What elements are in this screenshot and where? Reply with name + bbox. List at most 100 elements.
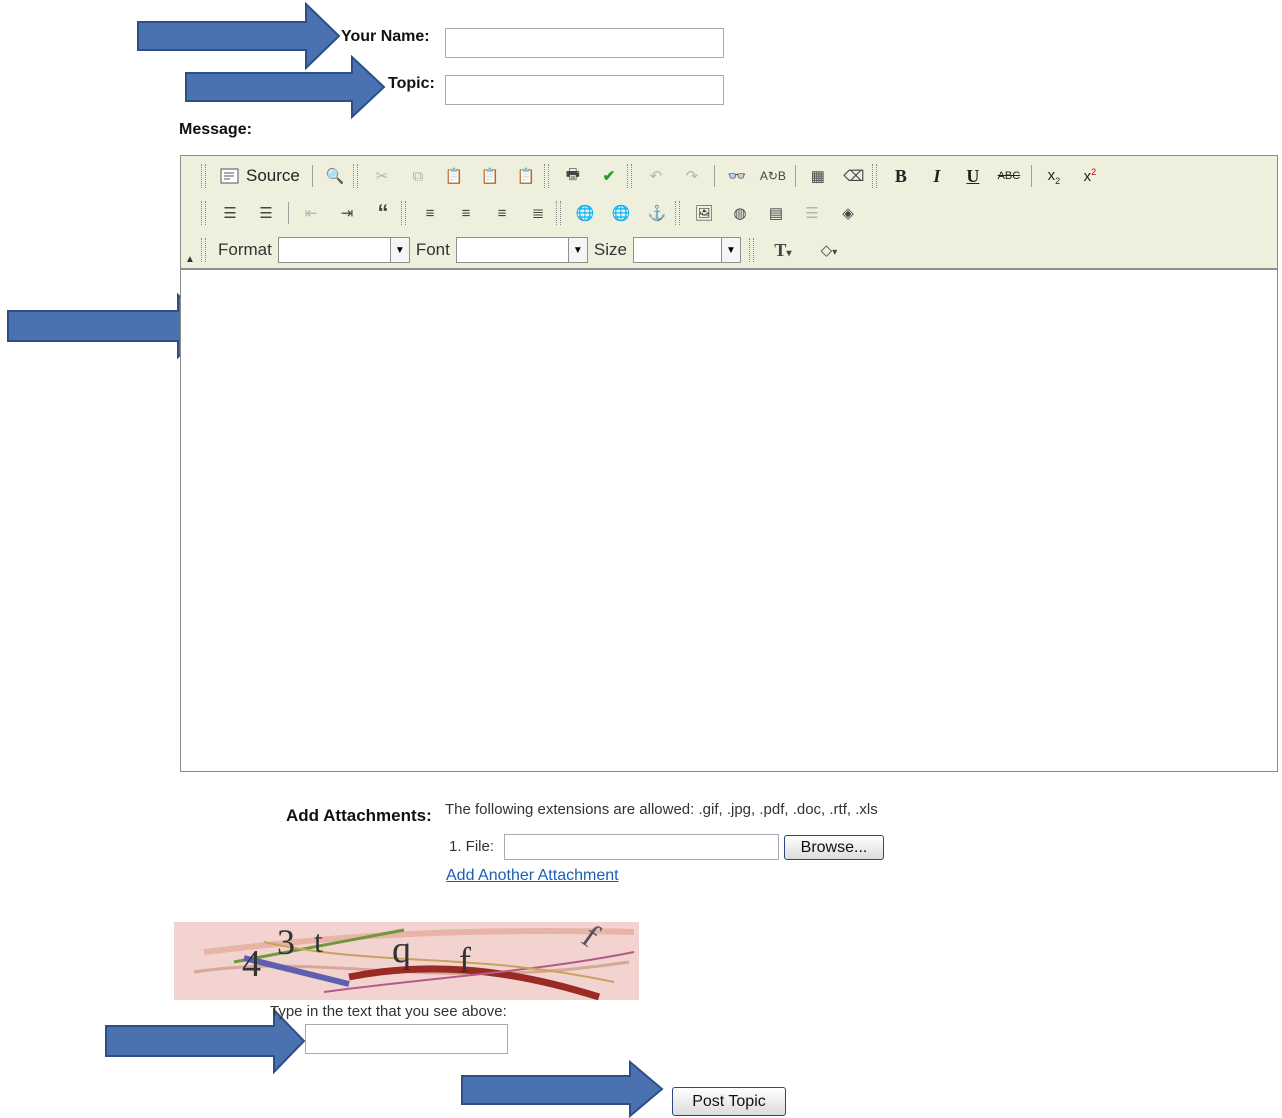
strike-button[interactable]: ABC — [995, 163, 1023, 189]
cut-button[interactable]: ✂ — [368, 163, 396, 189]
subscript-icon: x2 — [1047, 166, 1061, 186]
font-label: Font — [415, 240, 450, 259]
captcha-char: f — [459, 940, 471, 980]
paste-button[interactable]: 📋 — [440, 163, 468, 189]
blockquote-button[interactable]: “ — [369, 200, 397, 226]
indent-button[interactable]: ⇥ — [333, 200, 361, 226]
strikethrough-icon: ABC — [997, 170, 1021, 182]
redo-button[interactable]: ↷ — [678, 163, 706, 189]
message-label: Message: — [179, 121, 252, 138]
numbered-list-icon: ☰ — [223, 205, 237, 222]
undo-button[interactable]: ↶ — [642, 163, 670, 189]
underline-icon: U — [966, 165, 980, 186]
justify-button[interactable]: ≣ — [524, 200, 552, 226]
align-center-button[interactable]: ≡ — [452, 200, 480, 226]
collapse-toolbar-icon[interactable]: ▲ — [185, 254, 195, 265]
toolbar-separator — [794, 165, 796, 187]
find-button[interactable]: 👓 — [723, 163, 751, 189]
font-select[interactable]: ▼ — [455, 237, 588, 263]
table-icon: ▤ — [768, 205, 784, 222]
redo-icon: ↷ — [685, 168, 699, 185]
size-select[interactable]: ▼ — [632, 237, 741, 263]
align-right-button[interactable]: ≡ — [488, 200, 516, 226]
unlink-icon: 🌐 — [611, 205, 631, 222]
italic-icon: I — [933, 165, 941, 186]
horizontal-rule-button[interactable]: ☰ — [798, 200, 826, 226]
toolbar-grip — [201, 201, 206, 225]
link-button[interactable]: 🌐 — [571, 200, 599, 226]
select-all-button[interactable]: ▦ — [804, 163, 832, 189]
browse-button[interactable]: Browse... — [784, 835, 884, 860]
anchor-icon: ⚓ — [647, 205, 667, 222]
outdent-button[interactable]: ⇤ — [297, 200, 325, 226]
text-color-icon: T▾ — [774, 239, 792, 260]
source-label: Source — [246, 166, 300, 185]
bold-button[interactable]: B — [887, 163, 915, 189]
image-button[interactable]: 🖼 — [690, 200, 718, 226]
message-edit-area[interactable] — [181, 270, 1277, 771]
name-input[interactable] — [445, 28, 724, 58]
annotation-arrow-submit — [461, 1060, 664, 1118]
topic-input[interactable] — [445, 75, 724, 105]
replace-button[interactable]: A↻B — [759, 163, 787, 189]
preview-button[interactable]: 🔍 — [321, 163, 349, 189]
allowed-extensions-text: The following extensions are allowed: .g… — [445, 801, 878, 818]
undo-icon: ↶ — [649, 168, 663, 185]
paste-word-icon: 📋 — [516, 168, 536, 185]
toolbar-grip — [748, 238, 754, 262]
background-color-icon: ◇▾ — [820, 242, 838, 259]
blockquote-icon: “ — [377, 200, 389, 225]
unlink-button[interactable]: 🌐 — [607, 200, 635, 226]
rich-text-editor: Source 🔍 ✂ ⧉ 📋 📋 📋 🖶 ✔ ↶ ↷ 👓 A↻B ▦ ⌫ B I — [180, 155, 1278, 772]
format-select[interactable]: ▼ — [277, 237, 410, 263]
image-icon: 🖼 — [694, 205, 714, 222]
toolbar-grip — [201, 238, 206, 262]
post-topic-button[interactable]: Post Topic — [672, 1087, 786, 1116]
paste-text-button[interactable]: 📋 — [476, 163, 504, 189]
special-char-button[interactable]: ◈ — [834, 200, 862, 226]
chevron-down-icon: ▼ — [389, 238, 409, 262]
flash-button[interactable]: ◍ — [726, 200, 754, 226]
bold-icon: B — [894, 165, 907, 186]
table-button[interactable]: ▤ — [762, 200, 790, 226]
bullet-list-icon: ☰ — [259, 205, 273, 222]
copy-icon: ⧉ — [412, 167, 424, 185]
toolbar-grip — [675, 201, 680, 225]
size-label: Size — [593, 240, 627, 259]
paste-word-button[interactable]: 📋 — [512, 163, 540, 189]
paste-text-icon: 📋 — [480, 168, 500, 185]
superscript-button[interactable]: x2 — [1076, 163, 1104, 189]
superscript-icon: x2 — [1083, 167, 1097, 185]
paste-icon: 📋 — [444, 168, 464, 185]
bullet-list-button[interactable]: ☰ — [252, 200, 280, 226]
file-path-input[interactable] — [504, 834, 779, 860]
remove-format-button[interactable]: ⌫ — [840, 163, 868, 189]
captcha-input[interactable] — [305, 1024, 508, 1054]
text-color-button[interactable]: T▾ — [764, 237, 802, 263]
subscript-button[interactable]: x2 — [1040, 163, 1068, 189]
binoculars-icon: 👓 — [727, 168, 747, 185]
align-left-icon: ≡ — [425, 204, 435, 222]
toolbar-grip — [543, 164, 549, 188]
attachments-label: Add Attachments: — [286, 806, 432, 825]
add-another-attachment-link[interactable]: Add Another Attachment — [446, 867, 619, 885]
underline-button[interactable]: U — [959, 163, 987, 189]
print-icon: 🖶 — [565, 165, 580, 183]
spellcheck-icon: ✔ — [602, 168, 616, 185]
numbered-list-button[interactable]: ☰ — [216, 200, 244, 226]
italic-button[interactable]: I — [923, 163, 951, 189]
replace-icon: A↻B — [759, 169, 786, 183]
align-right-icon: ≡ — [497, 204, 507, 222]
anchor-button[interactable]: ⚓ — [643, 200, 671, 226]
copy-button[interactable]: ⧉ — [404, 163, 432, 189]
spellcheck-button[interactable]: ✔ — [595, 163, 623, 189]
outdent-icon: ⇤ — [304, 205, 318, 222]
align-left-button[interactable]: ≡ — [416, 200, 444, 226]
source-button[interactable]: Source — [216, 163, 304, 189]
toolbar-separator — [713, 165, 715, 187]
flash-icon: ◍ — [733, 205, 747, 222]
print-button[interactable]: 🖶 — [559, 163, 587, 189]
source-icon — [220, 168, 239, 184]
background-color-button[interactable]: ◇▾ — [810, 237, 848, 263]
toolbar-grip — [871, 164, 877, 188]
